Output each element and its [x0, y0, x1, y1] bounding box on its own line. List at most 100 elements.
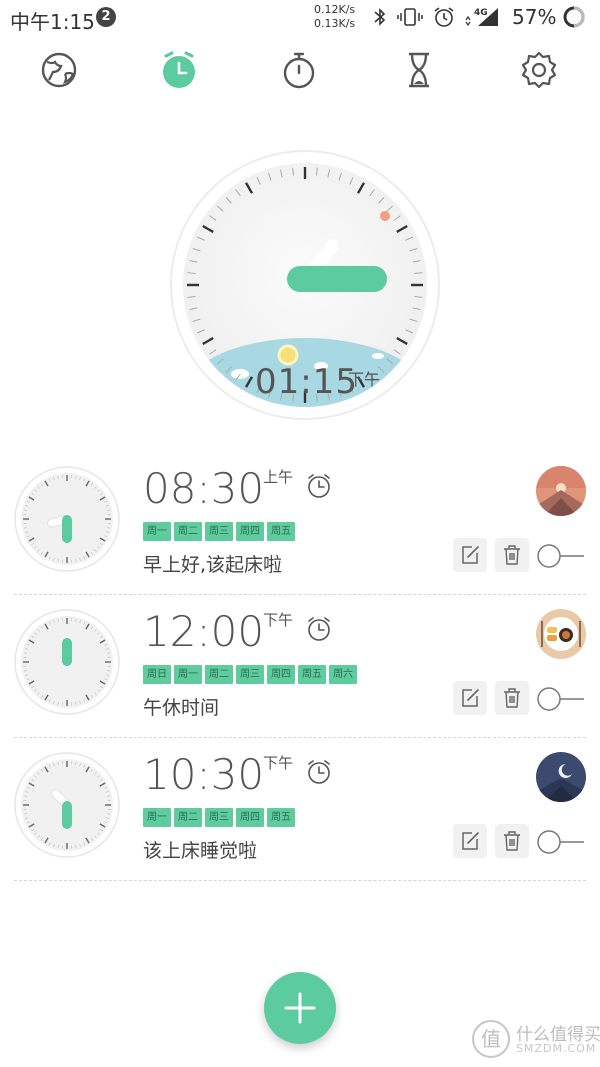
alarm-item[interactable]: 10:30 下午 周一 周二 周三 周四 周五 该上床睡觉啦 — [0, 738, 600, 881]
watermark: 值 什么值得买 SMZDM.COM — [472, 1020, 600, 1060]
tab-world-clock[interactable] — [37, 48, 81, 92]
alarm-label: 早上好,该起床啦 — [143, 554, 283, 576]
network-speed: 0.12K/s 0.13K/s — [314, 3, 355, 31]
delete-alarm-button[interactable] — [495, 681, 529, 715]
cloud-icon — [372, 353, 384, 359]
day-chip: 周三 — [236, 665, 264, 684]
alarm-repeat-days: 周一 周二 周三 周四 周五 — [143, 808, 295, 828]
alarm-repeat-days: 周一 周二 周三 周四 周五 — [143, 522, 295, 542]
tab-timer[interactable] — [397, 48, 441, 92]
vibrate-icon — [397, 6, 423, 32]
trash-icon — [504, 545, 520, 565]
top-tab-bar — [0, 48, 600, 92]
day-chip: 周五 — [267, 522, 295, 541]
hourglass-icon — [409, 52, 429, 88]
bluetooth-icon — [372, 6, 388, 32]
day-chip: 周三 — [205, 522, 233, 541]
mini-minute-hand — [62, 801, 72, 829]
delete-alarm-button[interactable] — [495, 538, 529, 572]
alarm-clock-icon — [305, 758, 333, 786]
tab-stopwatch[interactable] — [277, 48, 321, 92]
tab-settings[interactable] — [517, 48, 561, 92]
trash-icon — [504, 688, 520, 708]
status-bar: 中午1:15 2 0.12K/s 0.13K/s 4G 57% — [0, 0, 600, 36]
edit-icon — [462, 546, 479, 564]
day-chip: 周二 — [174, 808, 202, 827]
day-chip: 周一 — [143, 808, 171, 827]
edit-alarm-button[interactable] — [453, 538, 487, 572]
day-chip: 周六 — [329, 665, 357, 684]
edit-icon — [462, 832, 479, 850]
day-chip: 周四 — [236, 522, 264, 541]
alarm-enable-toggle[interactable] — [536, 829, 586, 855]
alarm-ampm: 下午 — [263, 611, 294, 629]
alarm-clock-icon — [305, 472, 333, 500]
alarm-ampm: 上午 — [263, 468, 294, 486]
settings-gear-icon — [521, 51, 557, 89]
alarm-mini-clock — [14, 466, 120, 572]
day-chip: 周五 — [298, 665, 326, 684]
signal-icon: 4G — [462, 6, 502, 32]
mini-clock-face — [14, 466, 120, 572]
add-alarm-button[interactable] — [264, 972, 336, 1044]
alarm-time: 08:30 — [143, 464, 265, 513]
status-time: 中午1:15 — [10, 10, 95, 34]
day-chip: 周二 — [174, 522, 202, 541]
toggle-switch — [537, 687, 584, 711]
alarm-avatar[interactable] — [536, 466, 586, 516]
alarm-status-icon — [432, 6, 456, 32]
alarm-item[interactable]: 08:30 上午 周一 周二 周三 周四 周五 早上好,该起床啦 — [0, 452, 600, 595]
alarm-label: 午休时间 — [143, 697, 220, 719]
alarm-enable-toggle[interactable] — [536, 543, 586, 569]
alarm-clock-icon — [305, 615, 333, 643]
toggle-switch — [537, 830, 584, 854]
alarm-item[interactable]: 12:00 下午 周日 周一 周二 周三 周四 周五 周六 午休时间 — [0, 595, 600, 738]
mini-minute-hand — [62, 515, 72, 543]
stopwatch-icon — [283, 52, 315, 89]
alarm-time: 10:30 — [143, 750, 265, 799]
alarm-repeat-days: 周日 周一 周二 周三 周四 周五 周六 — [143, 665, 357, 685]
battery-icon — [562, 5, 586, 33]
alarm-mini-clock — [14, 609, 120, 715]
current-time-ampm: 下午 — [348, 370, 381, 389]
day-chip: 周五 — [267, 808, 295, 827]
network-type: 4G — [474, 8, 488, 18]
alarm-clock-icon — [163, 51, 195, 88]
alarm-avatar[interactable] — [536, 609, 586, 659]
day-chip: 周一 — [143, 522, 171, 541]
minute-hand — [287, 266, 387, 292]
day-chip: 周三 — [205, 808, 233, 827]
edit-alarm-button[interactable] — [453, 681, 487, 715]
list-divider — [14, 880, 586, 881]
net-down-speed: 0.13K/s — [314, 17, 356, 30]
alarm-mini-clock — [14, 752, 120, 858]
alarm-enable-toggle[interactable] — [536, 686, 586, 712]
day-chip: 周一 — [174, 665, 202, 684]
globe-icon — [41, 52, 77, 88]
day-chip: 周四 — [267, 665, 295, 684]
edit-alarm-button[interactable] — [453, 824, 487, 858]
tab-alarm[interactable] — [157, 48, 201, 92]
toggle-switch — [537, 544, 584, 568]
sunrise-mountain-icon — [536, 466, 586, 516]
alarm-time: 12:00 — [143, 607, 265, 656]
day-chip: 周四 — [236, 808, 264, 827]
edit-icon — [462, 689, 479, 707]
trash-icon — [504, 831, 520, 851]
net-up-speed: 0.12K/s — [314, 3, 356, 16]
mini-clock-face — [14, 752, 120, 858]
watermark-logo: 值 — [472, 1020, 510, 1058]
current-time-digital: 01:15 — [255, 362, 358, 402]
mini-minute-hand — [62, 638, 72, 666]
battery-percent: 57% — [512, 5, 557, 29]
delete-alarm-button[interactable] — [495, 824, 529, 858]
watermark-url: SMZDM.COM — [516, 1042, 597, 1055]
sun-marker-dot — [380, 211, 390, 221]
day-chip: 周二 — [205, 665, 233, 684]
notification-count-badge: 2 — [96, 7, 116, 27]
alarm-ampm: 下午 — [263, 754, 294, 772]
mini-clock-face — [14, 609, 120, 715]
plus-icon — [284, 992, 316, 1024]
alarm-avatar[interactable] — [536, 752, 586, 802]
night-moon-icon — [536, 752, 586, 802]
